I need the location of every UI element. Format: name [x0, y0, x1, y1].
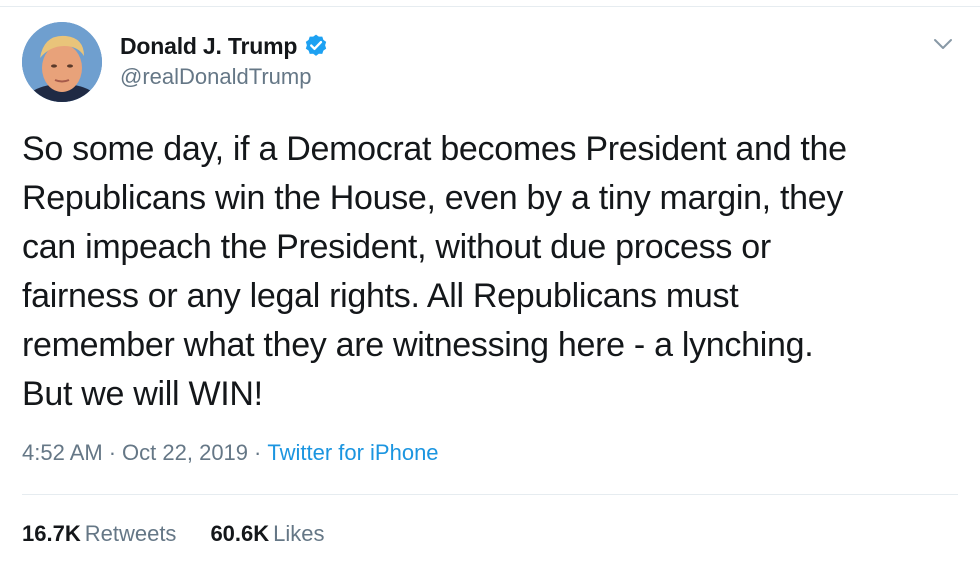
tweet-time[interactable]: 4:52 AM [22, 440, 103, 465]
top-divider [0, 6, 980, 7]
likes-stat[interactable]: 60.6K Likes [210, 521, 324, 547]
display-name[interactable]: Donald J. Trump [120, 33, 297, 60]
author-block: Donald J. Trump @realDonaldTrump [120, 29, 329, 90]
tweet-text-line: Republicans win the House, even by a tin… [22, 179, 844, 217]
separator: · [108, 440, 117, 465]
profile-photo-icon [22, 22, 102, 102]
tweet-stats: 16.7K Retweets 60.6K Likes [22, 521, 359, 547]
retweets-stat[interactable]: 16.7K Retweets [22, 521, 176, 547]
user-handle[interactable]: @realDonaldTrump [120, 64, 329, 90]
tweet-source-link[interactable]: Twitter for iPhone [267, 440, 438, 465]
verified-badge-icon [303, 33, 329, 59]
tweet-text-line: remember what they are witnessing here -… [22, 326, 814, 364]
tweet-text: So some day, if a Democrat becomes Presi… [22, 125, 972, 419]
tweet-text-line: can impeach the President, without due p… [22, 228, 771, 266]
tweet-text-line: fairness or any legal rights. All Republ… [22, 277, 739, 315]
avatar[interactable] [22, 22, 102, 102]
name-row: Donald J. Trump [120, 29, 329, 63]
likes-count: 60.6K [210, 521, 270, 546]
likes-label: Likes [273, 521, 325, 546]
tweet-date[interactable]: Oct 22, 2019 [122, 440, 248, 465]
stats-divider [22, 494, 958, 495]
retweets-label: Retweets [84, 521, 177, 546]
tweet-text-line: But we will WIN! [22, 375, 263, 413]
retweets-count: 16.7K [22, 521, 81, 546]
tweet-text-line: So some day, if a Democrat becomes Presi… [22, 130, 847, 168]
chevron-down-icon[interactable] [930, 34, 956, 54]
tweet-meta: 4:52 AM · Oct 22, 2019 · Twitter for iPhone [22, 440, 439, 466]
separator: · [254, 440, 262, 465]
